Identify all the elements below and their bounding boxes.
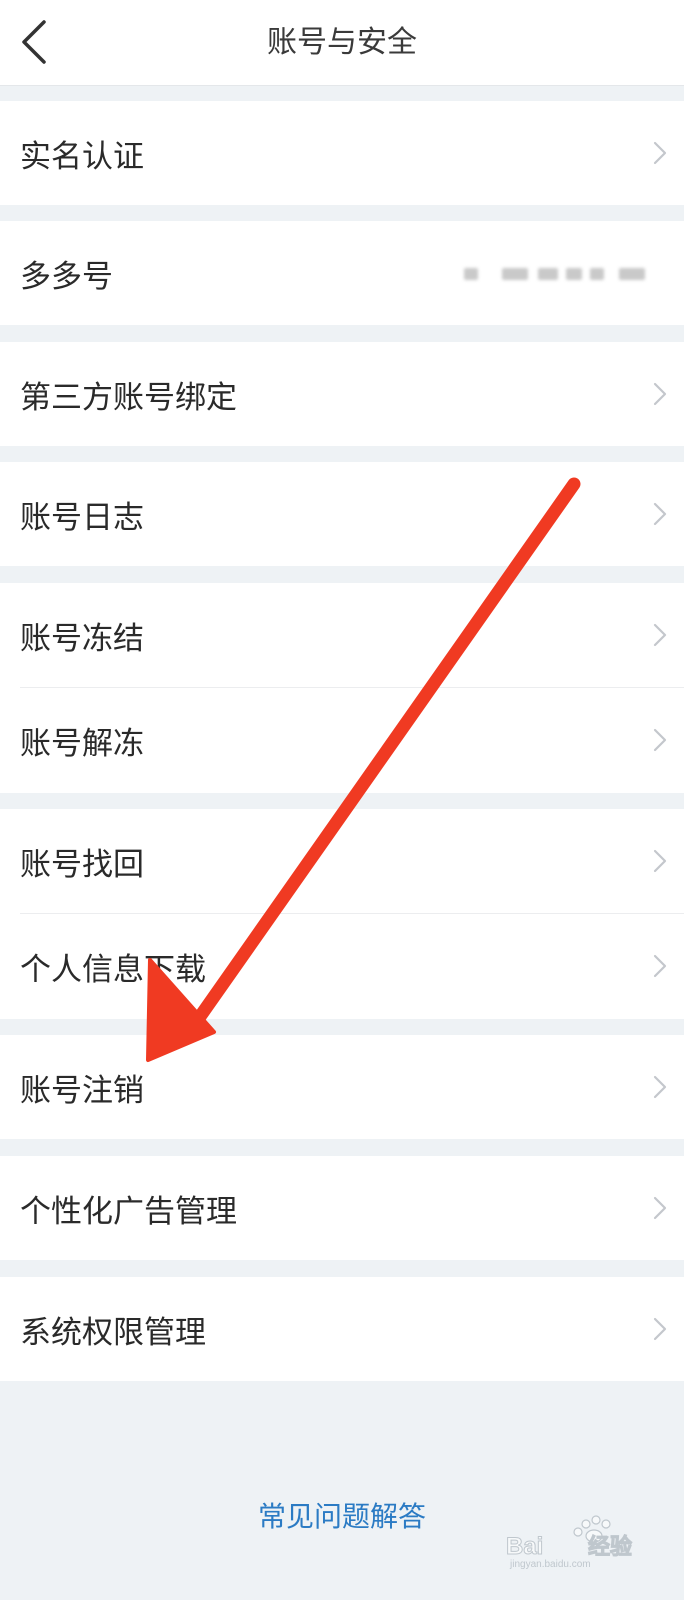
chevron-right-icon — [653, 382, 667, 406]
menu-item-account-deletion[interactable]: 账号注销 — [0, 1035, 684, 1139]
menu-item-account-freeze[interactable]: 账号冻结 — [0, 583, 684, 687]
menu-item-account-recovery[interactable]: 账号找回 — [0, 809, 684, 913]
menu-item-system-permissions[interactable]: 系统权限管理 — [0, 1277, 684, 1381]
menu-item-label: 个性化广告管理 — [20, 1193, 237, 1230]
menu-item-account-log[interactable]: 账号日志 — [0, 462, 684, 566]
svg-text:jingyan.baidu.com: jingyan.baidu.com — [509, 1559, 591, 1570]
svg-text:Bai: Bai — [506, 1533, 543, 1560]
menu-item-account-unfreeze[interactable]: 账号解冻 — [0, 687, 684, 793]
menu-item-personalized-ads[interactable]: 个性化广告管理 — [0, 1156, 684, 1260]
menu-item-label: 多多号 — [20, 258, 113, 295]
menu-item-label: 系统权限管理 — [20, 1314, 206, 1351]
masked-account-id — [454, 265, 654, 281]
chevron-right-icon — [653, 849, 667, 873]
chevron-right-icon — [653, 502, 667, 526]
menu-item-label: 个人信息下载 — [20, 951, 206, 988]
menu-item-duoduo-id[interactable]: 多多号 — [0, 221, 684, 325]
chevron-right-icon — [653, 141, 667, 165]
menu-item-label: 实名认证 — [20, 138, 144, 175]
nav-header: 账号与安全 — [0, 0, 684, 86]
chevron-right-icon — [653, 954, 667, 978]
menu-item-label: 账号找回 — [20, 846, 144, 883]
menu-item-label: 账号冻结 — [20, 620, 144, 657]
menu-item-label: 账号解冻 — [20, 725, 144, 762]
menu-item-personal-info-download[interactable]: 个人信息下载 — [0, 913, 684, 1019]
svg-text:经验: 经验 — [588, 1534, 632, 1559]
chevron-right-icon — [653, 1075, 667, 1099]
menu-item-label: 账号注销 — [20, 1072, 144, 1109]
menu-item-label: 第三方账号绑定 — [20, 379, 237, 416]
chevron-right-icon — [653, 1196, 667, 1220]
menu-item-real-name-verification[interactable]: 实名认证 — [0, 101, 684, 205]
chevron-right-icon — [653, 728, 667, 752]
chevron-right-icon — [653, 623, 667, 647]
menu-item-third-party-binding[interactable]: 第三方账号绑定 — [0, 342, 684, 446]
baidu-jingyan-watermark: Bai 经验 jingyan.baidu.com — [506, 1515, 633, 1570]
menu-item-label: 账号日志 — [20, 499, 144, 536]
page-title: 账号与安全 — [267, 25, 417, 60]
chevron-right-icon — [653, 1317, 667, 1341]
